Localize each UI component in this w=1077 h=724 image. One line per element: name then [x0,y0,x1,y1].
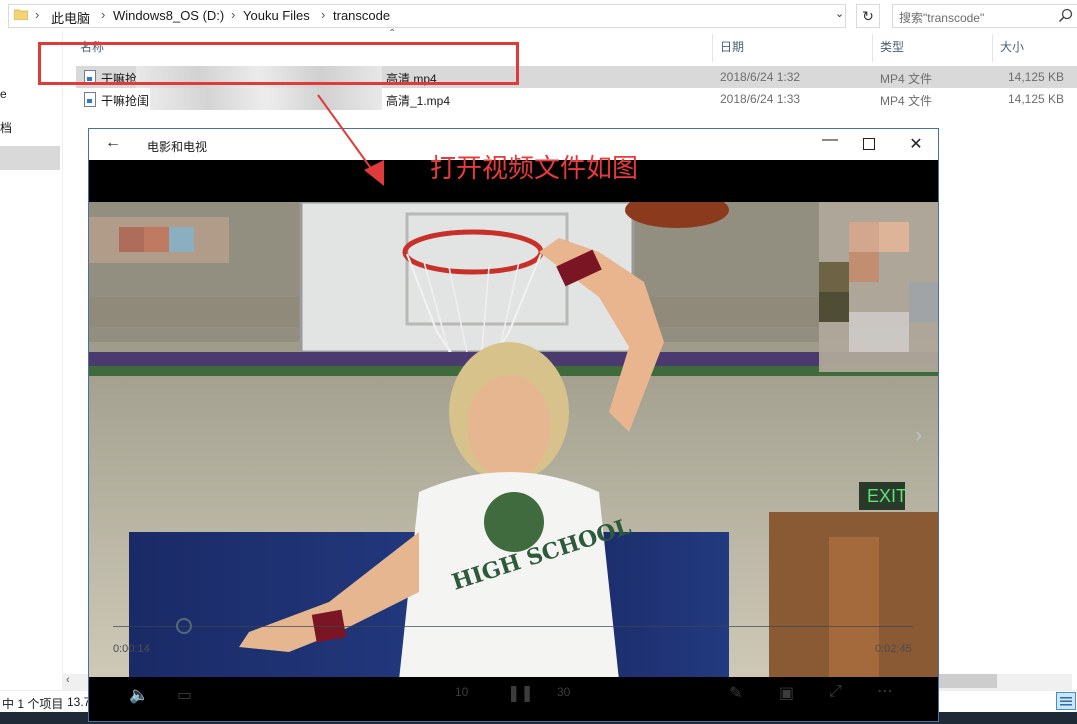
address-bar[interactable]: › 此电脑 › Windows8_OS (D:) › Youku Files ›… [8,4,846,28]
nav-item[interactable]: e [0,87,7,101]
file-type: MP4 文件 [880,72,933,86]
folder-icon [14,9,28,20]
subtitles-icon[interactable]: ▭ [177,685,192,705]
breadcrumb-separator: › [35,7,40,22]
svg-text:›: › [915,422,922,447]
file-name-start: 干嘛抢闺 [101,94,150,108]
search-input[interactable]: 搜索"transcode" [892,4,1077,28]
playback-controls: 🔈 ▭ 10 ❚❚ 30 ✎ ▣ ⤢ ⋯ [89,677,938,721]
breadcrumb-separator: › [321,7,326,22]
highlight-rectangle [38,42,519,85]
breadcrumb-separator: › [101,7,106,22]
skip-back-button[interactable]: 10 [455,685,468,699]
search-icon [1058,8,1073,23]
breadcrumb-youku-files[interactable]: Youku Files [243,8,310,23]
sort-ascending-icon: ⌃ [388,28,397,39]
breadcrumb-transcode[interactable]: transcode [333,8,390,23]
refresh-button[interactable]: ↻ [856,4,880,28]
column-header-type[interactable]: 类型 [880,38,904,55]
breadcrumb-separator: › [231,7,236,22]
status-selection-size: 13.7 [67,695,91,709]
file-size: 14,125 KB [1008,70,1065,84]
breadcrumb-this-pc[interactable]: 此电脑 [51,8,90,27]
back-arrow-icon[interactable]: ← [105,134,121,152]
file-type: MP4 文件 [880,94,933,108]
fullscreen-icon[interactable]: ⤢ [829,683,842,701]
seek-track[interactable] [113,626,913,627]
annotation-caption: 打开视频文件如图 [430,154,639,184]
seek-thumb[interactable] [176,618,192,634]
remaining-time: 0:02:45 [875,643,912,655]
video-file-icon [84,92,96,107]
pause-icon[interactable]: ❚❚ [507,683,534,703]
movies-tv-window[interactable]: ← 电影和电视 — ✕ EXIT HIGH SCHOOL › 0:00:14 0… [88,128,939,722]
skip-forward-button[interactable]: 30 [557,685,570,699]
minimize-button[interactable]: — [820,131,840,149]
column-divider[interactable] [992,34,993,62]
edit-pencil-icon[interactable]: ✎ [729,683,742,703]
column-header-date[interactable]: 日期 [720,38,744,55]
annotation-arrow-icon [317,94,384,186]
file-date: 2018/6/24 1:33 [720,92,801,106]
close-button[interactable]: ✕ [906,134,926,154]
breadcrumb-drive[interactable]: Windows8_OS (D:) [113,8,224,23]
video-still: EXIT HIGH SCHOOL › [89,202,938,680]
mini-view-icon[interactable]: ▣ [779,683,794,703]
video-frame[interactable]: EXIT HIGH SCHOOL › [89,202,938,680]
address-row: › 此电脑 › Windows8_OS (D:) › Youku Files ›… [0,0,1077,31]
file-row[interactable]: 干嘛抢闺 高清_1.mp4 2018/6/24 1:33 MP4 文件 14,1… [76,88,1077,110]
column-divider[interactable] [712,34,713,62]
column-divider[interactable] [872,34,873,62]
chevron-down-icon[interactable]: ⌄ [835,7,844,20]
scrollbar-thumb[interactable] [935,674,997,688]
status-item-count: 中 1 个项目 [2,697,64,711]
more-options-icon[interactable]: ⋯ [877,681,893,701]
details-view-button[interactable] [1056,692,1076,710]
search-placeholder: 搜索"transcode" [899,11,985,25]
navigation-pane: e 档 [0,31,63,691]
scroll-left-icon[interactable]: ‹ [66,674,70,686]
file-size: 14,125 KB [1008,92,1065,106]
details-view-icon [1060,697,1072,706]
volume-icon[interactable]: 🔈 [129,685,149,705]
nav-item-selected[interactable] [0,146,60,170]
column-header-size[interactable]: 大小 [1000,38,1024,55]
elapsed-time: 0:00:14 [113,643,150,655]
file-date: 2018/6/24 1:32 [720,70,801,84]
nav-item-documents[interactable]: 档 [0,119,12,136]
svg-text:EXIT: EXIT [867,486,907,506]
maximize-button[interactable] [863,138,875,150]
player-app-title: 电影和电视 [147,140,208,154]
refresh-icon: ↻ [862,8,874,24]
